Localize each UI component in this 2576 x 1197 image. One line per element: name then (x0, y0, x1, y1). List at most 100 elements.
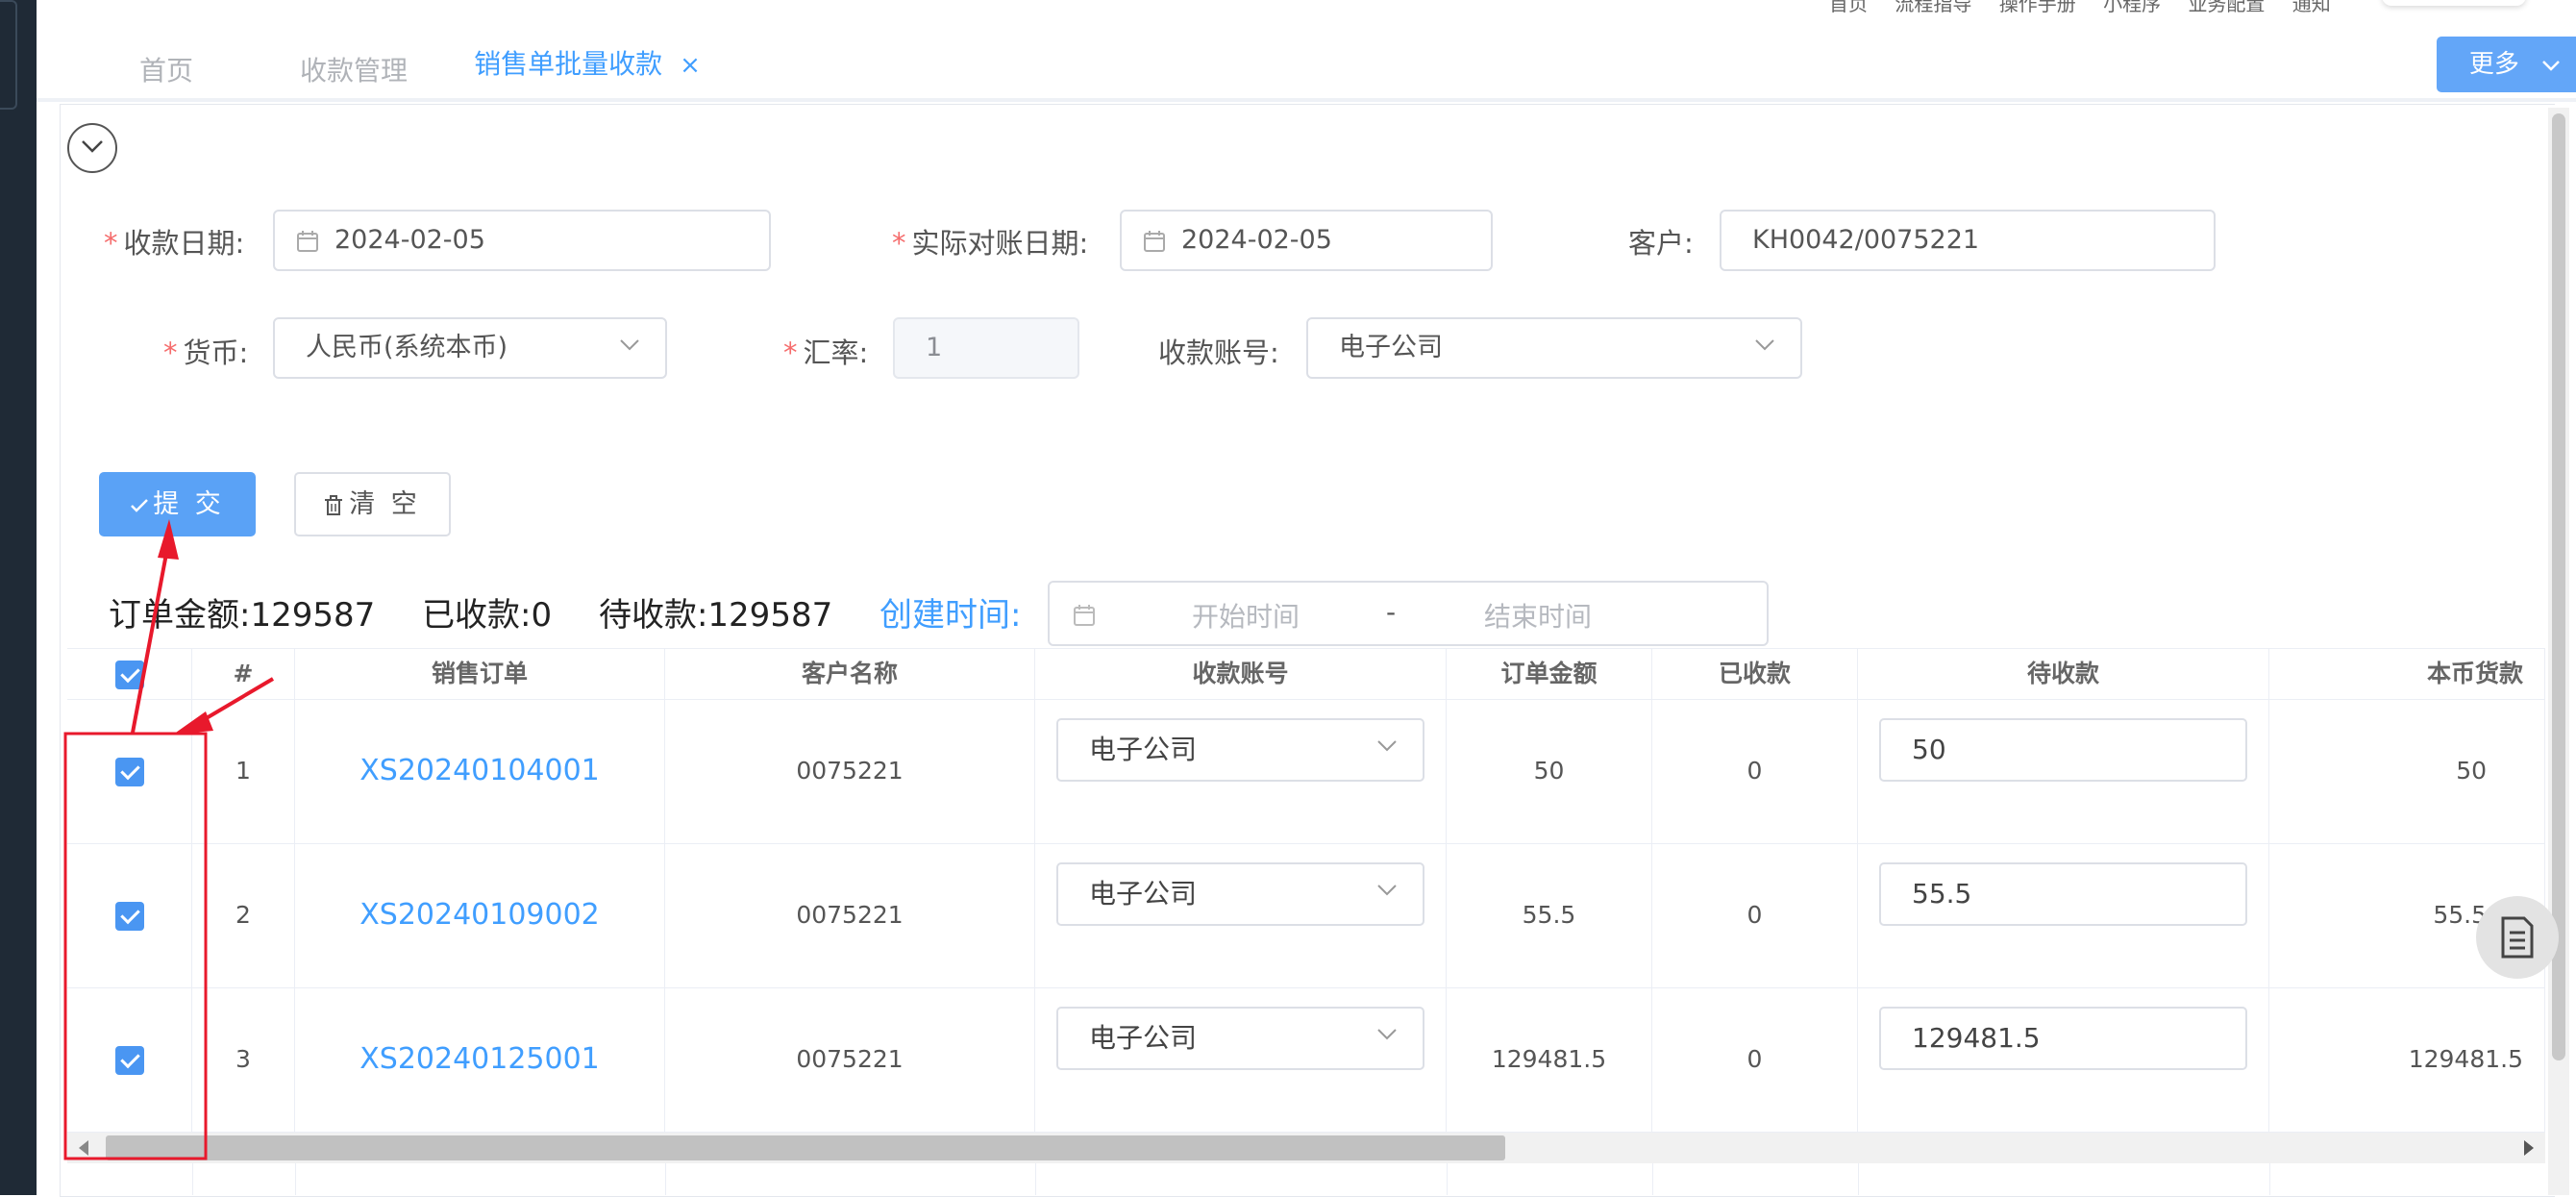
row-account-select[interactable]: 电子公司 (1056, 862, 1424, 926)
row-select-cell (67, 843, 192, 987)
receipt-date-label: * 收款日期: (104, 227, 245, 260)
pending-cell: 55.5 (1858, 843, 2269, 987)
sales-order-link[interactable]: XS20240104001 (295, 699, 665, 843)
customer-name-cell: 0075221 (665, 843, 1035, 987)
horizontal-scrollbar[interactable] (67, 1133, 2545, 1163)
rate-value: 1 (926, 333, 943, 362)
customer-label: 客户: (1628, 227, 1694, 260)
row-index: 3 (192, 987, 295, 1132)
select-all-checkbox[interactable] (114, 661, 144, 689)
row-pending-input[interactable]: 55.5 (1879, 862, 2247, 926)
row-select-cell (67, 987, 192, 1132)
amount-summary: 订单金额:129587 已收款:0 待收款:129587 创建时间: (109, 588, 1022, 636)
scroll-left-arrow-icon[interactable] (79, 1140, 88, 1156)
top-nav: 首页 流程指导 操作手册 小程序 业务配置 通知 (37, 0, 2576, 15)
table-footer-row (67, 1163, 2545, 1195)
order-amount-text: 订单金额:129587 (109, 596, 376, 635)
scroll-right-arrow-icon[interactable] (2524, 1140, 2534, 1156)
rate-label: * 汇率: (783, 337, 869, 369)
vertical-scrollbar[interactable] (2548, 108, 2569, 1195)
rate-field: 1 (893, 317, 1079, 379)
column-header: 待收款 (1858, 649, 2269, 699)
sales-order-link[interactable]: XS20240109002 (295, 843, 665, 987)
row-account-select[interactable]: 电子公司 (1056, 718, 1424, 782)
tab-label: 销售单批量收款 (474, 48, 663, 80)
range-separator: - (1386, 596, 1397, 628)
tab-batch-receipt[interactable]: 销售单批量收款 × (433, 31, 741, 112)
account-label: 收款账号: (1158, 337, 1279, 369)
receipt-date-picker[interactable]: 2024-02-05 (273, 210, 771, 271)
column-header: 客户名称 (665, 649, 1035, 699)
local-amount-cell: 129481.5 (2269, 987, 2545, 1132)
check-icon (131, 498, 149, 512)
received-cell: 0 (1652, 843, 1858, 987)
received-cell: 0 (1652, 987, 1858, 1132)
column-header: 已收款 (1652, 649, 1858, 699)
sales-order-link[interactable]: XS20240125001 (295, 987, 665, 1132)
chevron-down-icon (1377, 885, 1397, 896)
table-row: 2 XS20240109002 0075221 电子公司 55.5 0 55.5… (67, 843, 2545, 988)
order-amount-cell: 50 (1447, 699, 1652, 843)
calendar-icon (297, 231, 318, 252)
chevron-down-icon (620, 339, 639, 351)
table-header: # 销售订单 客户名称 收款账号 订单金额 已收款 待收款 本币货款 (67, 648, 2545, 700)
row-index: 1 (192, 699, 295, 843)
customer-name-cell: 0075221 (665, 987, 1035, 1132)
table-row: 3 XS20240125001 0075221 电子公司 129481.5 0 … (67, 987, 2545, 1133)
order-amount-cell: 129481.5 (1447, 987, 1652, 1132)
clear-button-label: 清 空 (349, 489, 421, 519)
chevron-down-icon (82, 140, 103, 153)
column-header: 销售订单 (295, 649, 665, 699)
column-header: 本币货款 (2269, 649, 2545, 699)
row-account-value: 电子公司 (1089, 1022, 1198, 1054)
tab-home[interactable]: 首页 (104, 33, 229, 110)
calendar-icon (1074, 605, 1095, 626)
row-checkbox[interactable] (114, 758, 144, 786)
chevron-down-icon (1755, 339, 1774, 351)
more-button[interactable]: 更多 (2437, 37, 2576, 92)
currency-label: * 货币: (163, 337, 249, 369)
end-time-input[interactable]: 结束时间 (1484, 596, 1592, 635)
chevron-down-icon (1377, 1029, 1397, 1040)
currency-value: 人民币(系统本币) (306, 333, 508, 362)
row-checkbox[interactable] (114, 902, 144, 931)
tab-receipt-management[interactable]: 收款管理 (253, 33, 455, 110)
currency-select[interactable]: 人民币(系统本币) (273, 317, 667, 379)
select-all-header (67, 649, 192, 699)
created-time-label: 创建时间: (879, 596, 1022, 635)
submit-button-label: 提 交 (153, 489, 225, 519)
row-pending-input[interactable]: 129481.5 (1879, 1007, 2247, 1070)
calendar-icon (1144, 231, 1165, 252)
row-checkbox[interactable] (114, 1046, 144, 1075)
start-time-input[interactable]: 开始时间 (1192, 596, 1300, 635)
collapse-form-toggle[interactable] (67, 123, 117, 173)
account-cell: 电子公司 (1035, 699, 1447, 843)
submit-button[interactable]: 提 交 (99, 472, 256, 536)
clear-button[interactable]: 清 空 (294, 472, 451, 536)
receipt-date-value: 2024-02-05 (334, 225, 485, 255)
row-pending-input[interactable]: 50 (1879, 718, 2247, 782)
row-select-cell (67, 699, 192, 843)
document-icon (2501, 916, 2534, 959)
row-account-value: 电子公司 (1089, 734, 1198, 765)
customer-field[interactable]: KH0042/0075221 (1720, 210, 2216, 271)
recon-date-value: 2024-02-05 (1181, 225, 1332, 255)
account-cell: 电子公司 (1035, 987, 1447, 1132)
close-icon[interactable]: × (680, 51, 701, 80)
order-amount-cell: 55.5 (1447, 843, 1652, 987)
floating-document-button[interactable] (2476, 896, 2559, 979)
created-time-range-picker[interactable]: 开始时间 - 结束时间 (1048, 581, 1769, 646)
trash-icon (325, 494, 343, 515)
recon-date-picker[interactable]: 2024-02-05 (1120, 210, 1493, 271)
row-account-select[interactable]: 电子公司 (1056, 1007, 1424, 1070)
received-text: 已收款:0 (422, 596, 553, 635)
customer-value: KH0042/0075221 (1752, 225, 1980, 255)
horizontal-scrollbar-thumb[interactable] (106, 1135, 1505, 1160)
chevron-down-icon (1377, 740, 1397, 752)
account-value: 电子公司 (1339, 333, 1443, 362)
left-sidebar-edge (0, 0, 37, 1195)
sidebar-toggle-handle[interactable] (0, 0, 17, 110)
column-header: 订单金额 (1447, 649, 1652, 699)
account-select[interactable]: 电子公司 (1306, 317, 1802, 379)
account-cell: 电子公司 (1035, 843, 1447, 987)
